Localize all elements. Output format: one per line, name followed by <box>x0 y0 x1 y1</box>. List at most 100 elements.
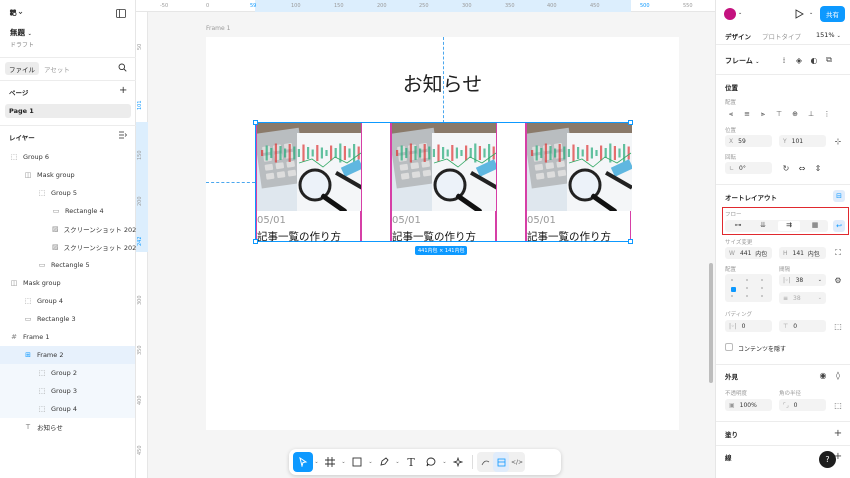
padding-vertical-field[interactable]: ⊤ 0 <box>779 320 826 332</box>
zoom-dropdown[interactable]: 151% ⌄ <box>816 31 841 39</box>
gap-field[interactable]: |◦| 38 ⌄ <box>779 274 826 286</box>
eye-icon[interactable]: ◉ <box>817 369 829 381</box>
boolean-icon[interactable]: ⧉ <box>823 54 835 66</box>
height-field[interactable]: H 141 内包 <box>779 247 826 259</box>
flip-horizontal-icon[interactable]: ⇔ <box>796 162 808 174</box>
resize-handle[interactable] <box>628 120 633 125</box>
alignment-dot[interactable] <box>731 279 733 281</box>
sidebar-toggle-icon[interactable] <box>116 9 126 18</box>
article-card[interactable]: 05/01 記事一覧の作り方 <box>391 123 497 243</box>
comment-tool-button[interactable] <box>421 452 441 472</box>
actions-button[interactable] <box>448 452 468 472</box>
flow-horizontal-icon[interactable]: ⇉ <box>778 221 800 231</box>
alignment-dot[interactable] <box>731 287 736 292</box>
rectangle-tool-button[interactable] <box>347 452 367 472</box>
alignment-dot[interactable] <box>746 287 748 289</box>
layer-row[interactable]: ⬚ Group 4 <box>0 292 135 310</box>
layer-row[interactable]: ◫ Mask group <box>0 274 135 292</box>
pen-tool-button[interactable] <box>374 452 394 472</box>
vertical-scrollbar[interactable] <box>709 263 713 383</box>
chevron-down-icon[interactable]: ⌄ <box>313 459 320 465</box>
layer-row[interactable]: ◫ Mask group <box>0 166 135 184</box>
add-page-icon[interactable]: + <box>119 85 127 96</box>
frame-type-dropdown[interactable]: フレーム ⌄ <box>725 56 759 66</box>
dev-mode-button[interactable]: </> <box>509 452 525 472</box>
alignment-dot[interactable] <box>746 295 748 297</box>
file-name[interactable]: 無題 ⌄ <box>10 27 32 38</box>
align-center-h-icon[interactable]: ≡ <box>741 108 753 120</box>
draw-mode-button[interactable] <box>477 452 493 472</box>
canvas[interactable]: -50 0 59 100 150 200 250 300 350 400 450 500 550 50 1… <box>136 0 715 478</box>
tab-file[interactable]: ファイル <box>5 62 39 75</box>
autolayout-toggle-icon[interactable]: ⊟ <box>833 190 845 202</box>
rotation-field[interactable]: ∟ 0° <box>725 162 772 174</box>
component-icon[interactable]: ◈ <box>793 54 805 66</box>
frame-name-label[interactable]: Frame 1 <box>206 25 230 32</box>
y-field[interactable]: Y 101 <box>779 135 826 147</box>
align-right-icon[interactable]: ⫸ <box>757 108 769 120</box>
text-tool-button[interactable]: T <box>401 452 421 472</box>
chevron-down-icon[interactable]: ⌄ <box>394 459 401 465</box>
avatar[interactable] <box>724 8 736 20</box>
wrap-icon[interactable]: ↩ <box>833 220 845 232</box>
alignment-grid[interactable] <box>725 274 772 302</box>
layer-row[interactable]: ▭ Rectangle 4 <box>0 202 135 220</box>
play-icon[interactable] <box>795 9 804 19</box>
alignment-dot[interactable] <box>746 279 748 281</box>
alignment-dot[interactable] <box>761 279 763 281</box>
constraints-icon[interactable]: ⊹ <box>832 135 844 147</box>
alignment-dot[interactable] <box>731 295 733 297</box>
tab-assets[interactable]: アセット <box>44 64 70 74</box>
move-tool-button[interactable] <box>293 452 313 472</box>
layer-row[interactable]: ⬚ Group 4 <box>0 400 135 418</box>
rotate-icon[interactable]: ↻ <box>780 162 792 174</box>
layers-collapse-icon[interactable] <box>119 131 127 139</box>
align-bottom-icon[interactable]: ⊥ <box>805 108 817 120</box>
opacity-field[interactable]: ▣ 100% <box>725 399 772 411</box>
page-item-page1[interactable]: Page 1 <box>5 104 131 118</box>
layer-row[interactable]: # Frame 1 <box>0 328 135 346</box>
layer-row[interactable]: ▭ Rectangle 5 <box>0 256 135 274</box>
resize-handle[interactable] <box>628 239 633 244</box>
design-mode-button[interactable] <box>493 452 509 472</box>
resize-handle[interactable] <box>253 239 258 244</box>
layer-row[interactable]: ▨ スクリーンショット 2025... <box>0 220 147 238</box>
grid-icon[interactable]: ⁞ <box>778 54 790 66</box>
flow-vertical-icon[interactable]: ⇊ <box>753 221 773 231</box>
heading-text[interactable]: お知らせ <box>206 68 679 97</box>
chevron-down-icon[interactable]: ⌄ <box>367 459 374 465</box>
resize-handle[interactable] <box>253 120 258 125</box>
align-left-icon[interactable]: ⫷ <box>725 108 737 120</box>
layer-row[interactable]: ▭ Rectangle 3 <box>0 310 135 328</box>
align-top-icon[interactable]: ⊤ <box>773 108 785 120</box>
width-field[interactable]: W 441 内包 <box>725 247 772 259</box>
help-button[interactable]: ? <box>819 451 836 468</box>
layer-row[interactable]: ⬚ Group 5 <box>0 184 135 202</box>
article-card[interactable]: 05/01 記事一覧の作り方 <box>256 123 362 243</box>
layer-row[interactable]: ⊞ Frame 2 <box>0 346 135 364</box>
layer-row[interactable]: ⬚ Group 2 <box>0 364 135 382</box>
resize-icon[interactable]: ⛶ <box>832 247 844 259</box>
flow-free-icon[interactable]: ⊶ <box>728 221 748 231</box>
alignment-dot[interactable] <box>761 295 763 297</box>
mask-icon[interactable]: ◐ <box>808 54 820 66</box>
distribute-icon[interactable]: ⋮ <box>821 108 833 120</box>
x-field[interactable]: X 59 <box>725 135 772 147</box>
chevron-down-icon[interactable]: ⌄ <box>738 10 742 16</box>
tab-design[interactable]: デザイン <box>725 31 751 41</box>
chevron-down-icon[interactable]: ⌄ <box>340 459 347 465</box>
flow-grid-icon[interactable]: ▦ <box>805 221 825 231</box>
gap-vertical-field[interactable]: ≡ 38 ⌄ <box>779 292 826 304</box>
share-button[interactable]: 共有 <box>820 6 845 22</box>
blend-icon[interactable]: ◊ <box>832 369 844 381</box>
article-card[interactable]: 05/01 記事一覧の作り方 <box>526 123 632 243</box>
layer-row[interactable]: ⬚ Group 6 <box>0 148 135 166</box>
chevron-down-icon[interactable]: ⌄ <box>809 10 813 16</box>
clip-content-checkbox[interactable] <box>725 343 733 351</box>
advanced-settings-icon[interactable]: ⚙ <box>832 274 844 286</box>
search-icon[interactable] <box>118 63 127 72</box>
layer-row[interactable]: ⬚ Group 3 <box>0 382 135 400</box>
radius-field[interactable]: ⌜⌟ 0 <box>779 399 826 411</box>
main-menu-button[interactable] <box>9 9 23 17</box>
layer-row[interactable]: T お知らせ <box>0 418 135 436</box>
